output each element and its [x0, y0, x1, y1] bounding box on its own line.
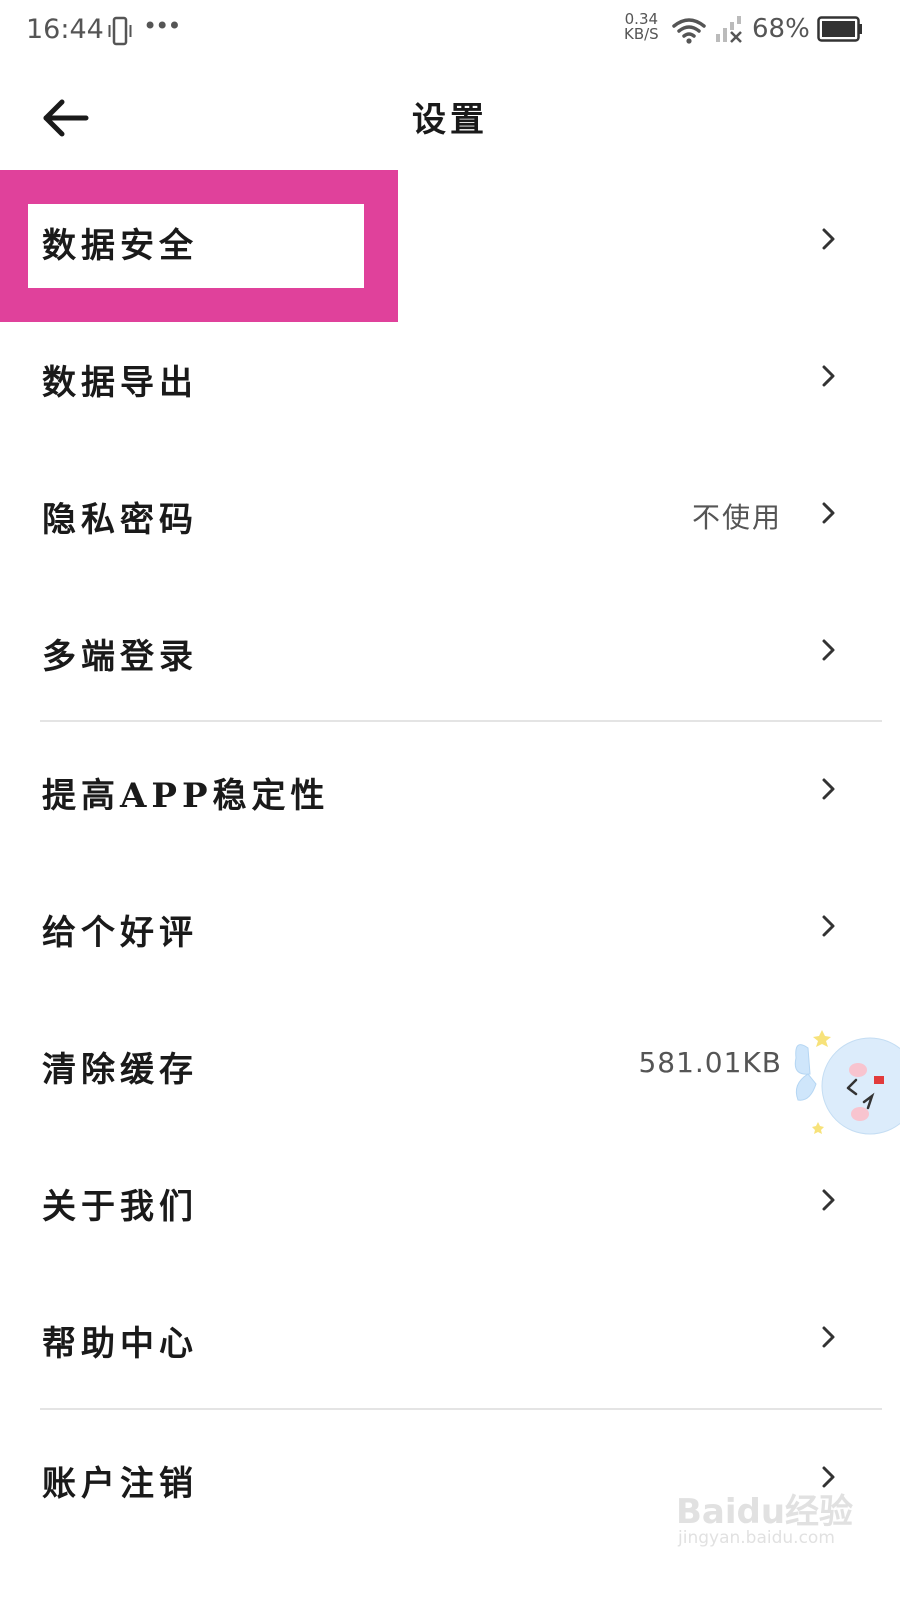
chevron-right-icon: [822, 502, 835, 524]
app-header: 设置: [0, 62, 900, 172]
settings-item-label: 数据导出: [42, 363, 198, 403]
network-speed: 0.34 KB/S: [624, 12, 659, 42]
settings-item-label: 数据安全: [42, 226, 198, 266]
settings-item-data-export[interactable]: 数据导出: [0, 309, 900, 446]
cache-size: 581.01KB: [638, 1046, 782, 1079]
settings-item-label: 提高APP稳定性: [42, 776, 330, 816]
chevron-right-icon: [822, 228, 835, 250]
settings-item-rate-app[interactable]: 给个好评: [0, 859, 900, 996]
settings-item-label: 账户注销: [42, 1464, 198, 1504]
chevron-right-icon: [822, 915, 835, 937]
status-time: 16:44: [26, 14, 104, 45]
settings-item-app-stability[interactable]: 提高APP稳定性: [0, 722, 900, 859]
wifi-icon: [672, 18, 706, 44]
settings-item-about-us[interactable]: 关于我们: [0, 1133, 900, 1270]
settings-item-privacy-password[interactable]: 隐私密码 不使用: [0, 446, 900, 583]
floating-mascot-icon[interactable]: [788, 1018, 900, 1148]
battery-icon: [817, 16, 862, 42]
vibrate-icon: [108, 16, 132, 46]
settings-item-label: 关于我们: [42, 1187, 198, 1227]
page-title: 设置: [412, 100, 488, 140]
settings-item-clear-cache[interactable]: 清除缓存 581.01KB: [0, 996, 900, 1133]
battery-percent: 68%: [752, 14, 810, 44]
settings-item-label: 隐私密码: [42, 500, 198, 540]
settings-item-label: 清除缓存: [42, 1050, 198, 1090]
privacy-password-status: 不使用: [691, 501, 782, 534]
settings-item-label: 多端登录: [42, 637, 198, 677]
baidu-watermark: Baidu经验 jingyan.baidu.com: [672, 1484, 872, 1564]
settings-item-label: 帮助中心: [42, 1324, 198, 1364]
signal-icon: [716, 16, 742, 43]
settings-item-multi-device-login[interactable]: 多端登录: [0, 583, 900, 720]
chevron-right-icon: [822, 1326, 835, 1348]
settings-item-data-security[interactable]: 数据安全: [0, 172, 900, 309]
chevron-right-icon: [822, 1189, 835, 1211]
watermark-logo: Baidu经验: [676, 1492, 854, 1532]
watermark-url: jingyan.baidu.com: [678, 1528, 835, 1548]
settings-item-label: 给个好评: [42, 913, 198, 953]
chevron-right-icon: [822, 778, 835, 800]
chevron-right-icon: [822, 639, 835, 661]
network-speed-unit: KB/S: [624, 25, 659, 43]
chevron-right-icon: [822, 365, 835, 387]
more-notifications-icon: •••: [143, 12, 181, 40]
status-bar: 16:44 ••• 0.34 KB/S 68%: [0, 0, 900, 62]
settings-item-help-center[interactable]: 帮助中心: [0, 1270, 900, 1407]
